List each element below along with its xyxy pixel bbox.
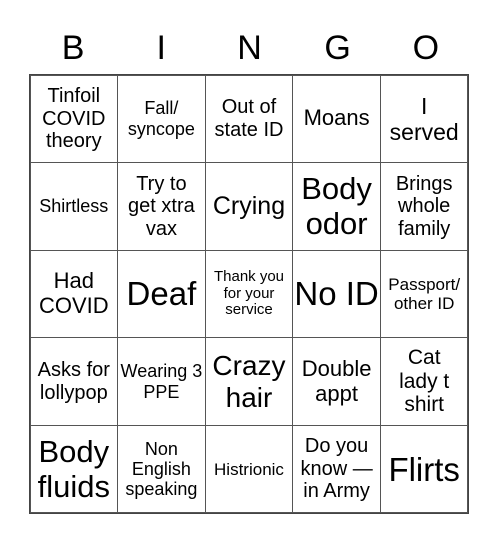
bingo-cell[interactable]: Body fluids [29, 424, 119, 514]
bingo-cell[interactable]: Cat lady t shirt [379, 337, 469, 426]
bingo-cell[interactable]: Brings whole family [379, 162, 469, 251]
bingo-cell[interactable]: Tinfoil COVID theory [29, 74, 119, 164]
bingo-cell[interactable]: Fall/ syncope [117, 74, 206, 164]
bingo-cell[interactable]: I served [379, 74, 469, 164]
bingo-cell[interactable]: Do you know — in Army [292, 424, 381, 514]
bingo-cell[interactable]: Crazy hair [204, 337, 294, 426]
bingo-cell[interactable]: Shirtless [29, 162, 119, 251]
header-letter-g: G [324, 29, 351, 67]
bingo-cell[interactable]: Thank you for your service [204, 249, 294, 339]
bingo-cell[interactable]: Passport/ other ID [379, 249, 469, 339]
bingo-cell[interactable]: Out of state ID [204, 74, 294, 164]
bingo-cell[interactable]: Flirts [379, 424, 469, 514]
bingo-cell[interactable]: Body odor [292, 162, 381, 251]
header-letter-b: B [61, 29, 85, 67]
bingo-cell[interactable]: Histrionic [204, 424, 294, 514]
bingo-cell[interactable]: Non English speaking [117, 424, 206, 514]
bingo-cell[interactable]: Wearing 3 PPE [117, 337, 206, 426]
bingo-cell[interactable]: Had COVID [29, 249, 119, 339]
header-letter-n: N [237, 29, 262, 67]
bingo-cell[interactable]: Double appt [292, 337, 381, 426]
header-letter-i: I [156, 29, 166, 67]
header-letter-o: O [412, 29, 440, 67]
bingo-cell[interactable]: No ID [292, 249, 381, 339]
bingo-grid: Tinfoil COVID theory Fall/ syncope Out of … [29, 74, 469, 514]
bingo-cell[interactable]: Try to get xtra vax [117, 162, 206, 251]
bingo-cell[interactable]: Deaf [117, 249, 206, 339]
bingo-cell[interactable]: Asks for lollypop [29, 337, 119, 426]
bingo-cell[interactable]: Moans [292, 74, 381, 164]
bingo-cell[interactable]: Crying [204, 162, 294, 251]
bingo-header: B I N G O [29, 26, 470, 70]
